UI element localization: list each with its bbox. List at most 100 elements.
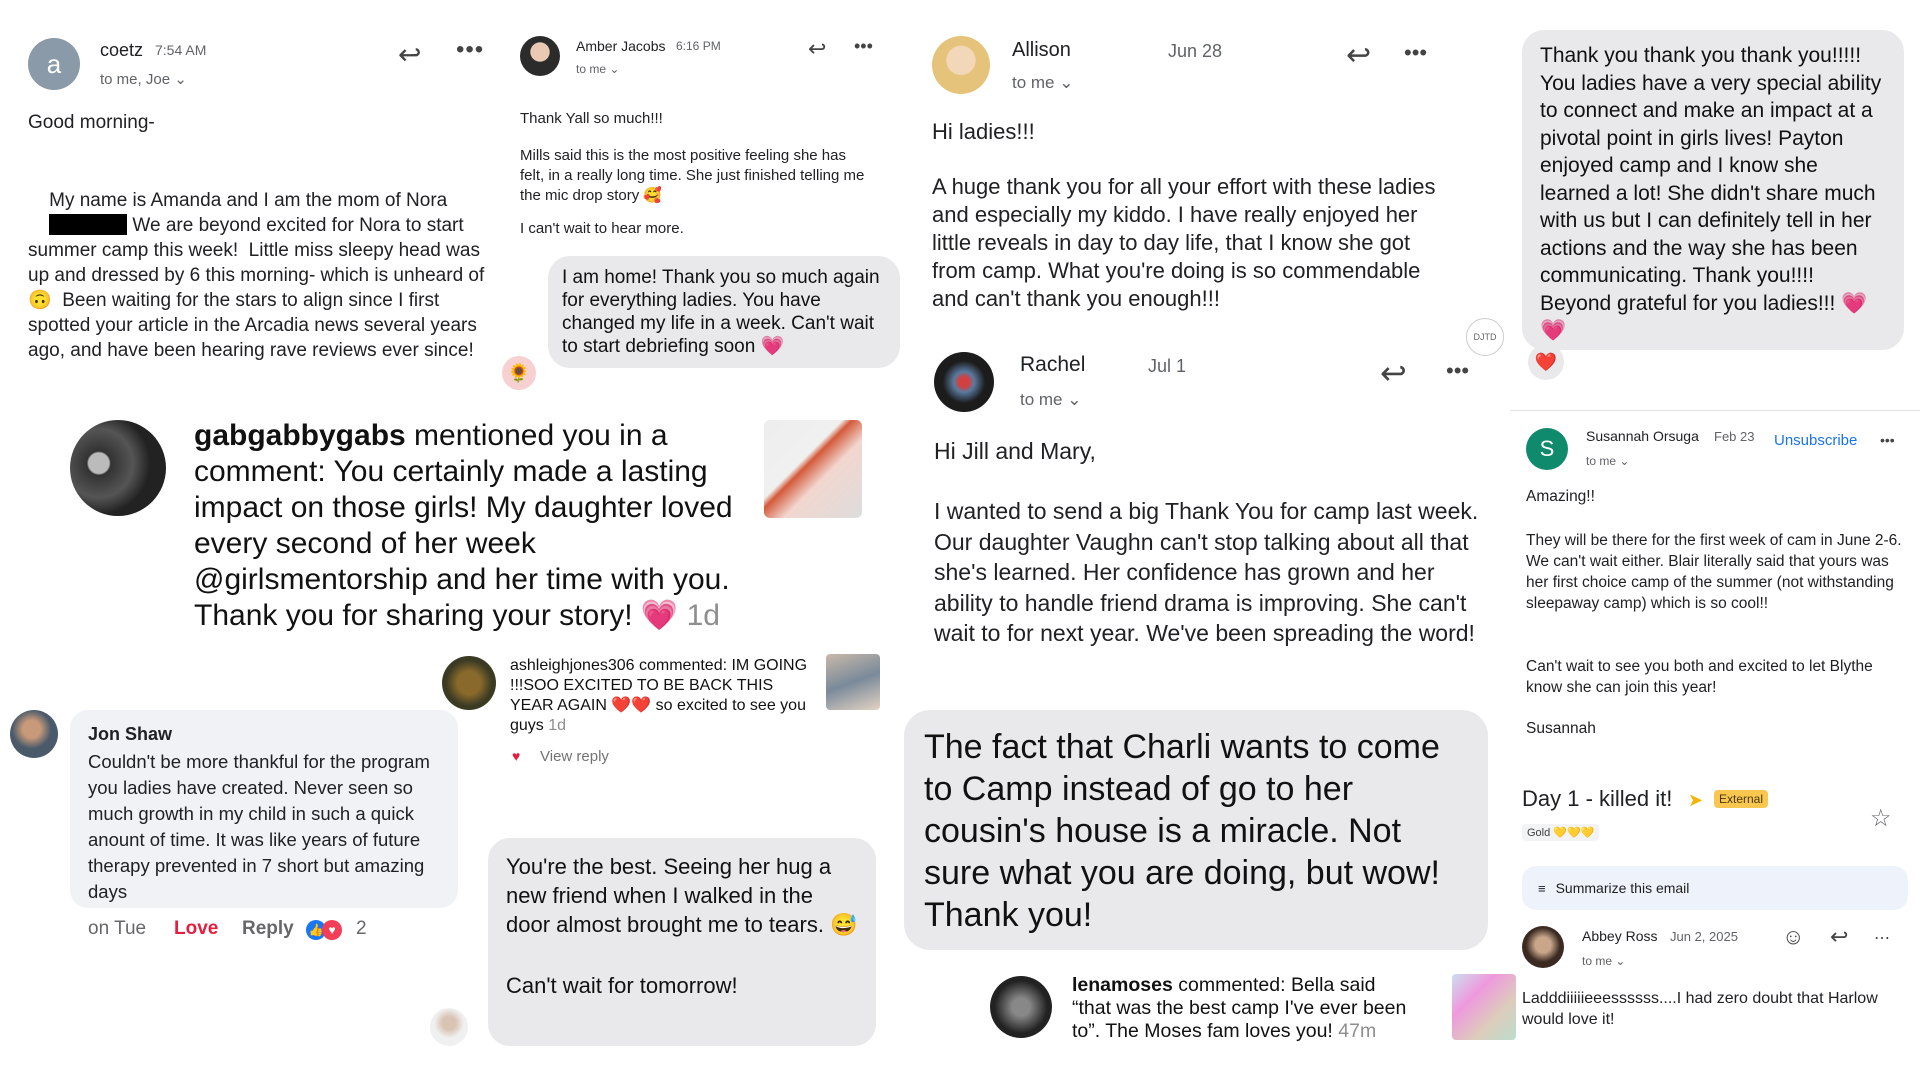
sender-avatar — [932, 36, 990, 94]
timestamp: Jun 28 — [1168, 41, 1223, 61]
summarize-icon: ≡ — [1538, 880, 1546, 896]
mention-text: gabgabbygabs mentioned you in a comment:… — [194, 419, 733, 632]
email-body: Ladddiiiiieeessssss....I had zero doubt … — [1522, 990, 1878, 1028]
email-greeting: Hi Jill and Mary, — [934, 438, 1096, 464]
sender-avatar — [520, 36, 560, 76]
view-reply-link[interactable]: View reply — [540, 748, 609, 765]
more-options-icon[interactable]: ⋯ — [1874, 928, 1890, 948]
importance-marker-icon[interactable]: ➤ — [1688, 790, 1703, 811]
watermark-badge: DJTD — [1466, 318, 1504, 356]
timestamp: Jun 2, 2025 — [1670, 929, 1738, 944]
reaction-count: 2 — [356, 918, 367, 939]
comment-bubble: Jon Shaw Couldn't be more thankful for t… — [70, 710, 458, 908]
sender-name: Allison — [1012, 39, 1071, 61]
more-options-icon[interactable]: ••• — [1404, 40, 1427, 66]
heart-icon[interactable]: ♥ — [512, 748, 520, 764]
chevron-down-icon: ⌄ — [1619, 454, 1630, 468]
more-options-icon[interactable]: ••• — [1446, 358, 1469, 384]
email-line: Amazing!! — [1526, 488, 1595, 505]
email-body: I wanted to send a big Thank You for cam… — [934, 498, 1479, 646]
sender-name: coetz — [100, 40, 144, 60]
more-options-icon[interactable]: ••• — [854, 36, 873, 57]
sender-avatar: S — [1526, 428, 1568, 470]
card-divider — [1510, 410, 1920, 411]
more-options-icon[interactable]: ••• — [1880, 432, 1895, 448]
summarize-email-button[interactable]: ≡ Summarize this email — [1522, 866, 1908, 910]
chevron-down-icon: ⌄ — [1059, 73, 1074, 92]
recipients[interactable]: to me ⌄ — [1582, 954, 1625, 968]
reply-icon[interactable]: ↩ — [1830, 924, 1848, 950]
sender-avatar — [1522, 926, 1564, 968]
gold-label: Gold 💛💛💛 — [1522, 824, 1600, 841]
email-line: Thank Yall so much!!! — [520, 110, 663, 127]
emoji-react-icon[interactable]: ☺ — [1782, 924, 1804, 950]
comment-text: lenamoses commented: Bella said “that wa… — [1072, 974, 1407, 1042]
user-avatar — [442, 656, 496, 710]
user-avatar — [70, 420, 166, 516]
email-line: Mills said this is the most positive fee… — [520, 147, 865, 204]
recipients[interactable]: to me ⌄ — [1586, 454, 1629, 468]
post-thumbnail[interactable] — [764, 420, 862, 518]
sender-name: Abbey Ross — [1582, 928, 1658, 944]
comment-text: ashleighjones306 commented: IM GOING !!!… — [510, 657, 808, 734]
sender-avatar: a — [28, 38, 80, 90]
username[interactable]: gabgabbygabs — [194, 419, 406, 452]
comment-age: 47m — [1338, 1020, 1377, 1042]
email-subject: Day 1 - killed it! — [1522, 786, 1673, 811]
sender-name: Susannah Orsuga — [1586, 428, 1699, 444]
user-avatar — [10, 710, 58, 758]
recipients[interactable]: to me ⌄ — [1020, 390, 1082, 410]
email-greeting: Good morning- — [28, 112, 155, 133]
email-body: My name is Amanda and I am the mom of No… — [28, 190, 490, 361]
username[interactable]: ashleighjones306 — [510, 657, 635, 674]
email-line: They will be there for the first week of… — [1526, 532, 1902, 612]
comment-age: 1d — [686, 599, 720, 632]
unsubscribe-link[interactable]: Unsubscribe — [1774, 432, 1857, 449]
more-options-icon[interactable]: ••• — [456, 36, 484, 64]
chevron-down-icon: ⌄ — [1067, 390, 1082, 409]
external-label: External — [1714, 790, 1769, 808]
contact-avatar — [430, 1008, 468, 1046]
comment-text: Couldn't be more thankful for the progra… — [88, 751, 430, 902]
sender-avatar — [934, 352, 994, 412]
chevron-down-icon: ⌄ — [1615, 954, 1626, 968]
email-line: I can't wait to hear more. — [520, 220, 684, 237]
commenter-name[interactable]: Jon Shaw — [88, 724, 440, 745]
recipients[interactable]: to me ⌄ — [576, 62, 619, 76]
post-thumbnail[interactable] — [826, 654, 880, 710]
heart-reaction-icon: ❤️ — [1528, 344, 1564, 380]
email-greeting: Hi ladies!!! — [932, 119, 1035, 144]
reply-icon[interactable]: ↩ — [398, 38, 421, 71]
sender-name: Amber Jacobs — [576, 38, 666, 54]
comment-age: 1d — [548, 717, 567, 734]
chevron-down-icon: ⌄ — [609, 62, 620, 76]
message-bubble: The fact that Charli wants to come to Ca… — [904, 710, 1488, 950]
post-thumbnail[interactable] — [1452, 974, 1516, 1040]
timestamp: Jul 1 — [1148, 356, 1187, 376]
recipients[interactable]: to me, Joe ⌄ — [100, 70, 187, 88]
reply-link[interactable]: Reply — [242, 918, 294, 940]
reply-icon[interactable]: ↩ — [808, 36, 826, 62]
message-bubble: I am home! Thank you so much again for e… — [548, 256, 900, 368]
email-body: A huge thank you for all your effort wit… — [932, 174, 1436, 311]
sunflower-avatar-icon: 🌻 — [502, 356, 536, 390]
redaction-bar — [49, 214, 128, 235]
reply-icon[interactable]: ↩ — [1346, 38, 1371, 73]
sender-name: Rachel — [1020, 353, 1086, 376]
email-signature: Susannah — [1526, 720, 1596, 737]
timestamp: 7:54 AM — [155, 42, 207, 58]
username[interactable]: lenamoses — [1072, 974, 1173, 996]
timestamp: Feb 23 — [1714, 429, 1755, 444]
timestamp: 6:16 PM — [676, 39, 721, 53]
star-icon[interactable]: ☆ — [1870, 804, 1892, 833]
message-bubble: You're the best. Seeing her hug a new fr… — [488, 838, 876, 1046]
love-reaction-link[interactable]: Love — [174, 918, 218, 940]
comment-time: on Tue — [88, 918, 147, 939]
love-icon: ♥ — [322, 920, 342, 940]
reply-icon[interactable]: ↩ — [1380, 354, 1407, 392]
chevron-down-icon: ⌄ — [174, 71, 187, 88]
user-avatar — [990, 976, 1052, 1038]
reaction-icons: 👍 ♥ — [306, 920, 342, 940]
email-line: Can't wait to see you both and excited t… — [1526, 658, 1873, 696]
recipients[interactable]: to me ⌄ — [1012, 73, 1074, 93]
